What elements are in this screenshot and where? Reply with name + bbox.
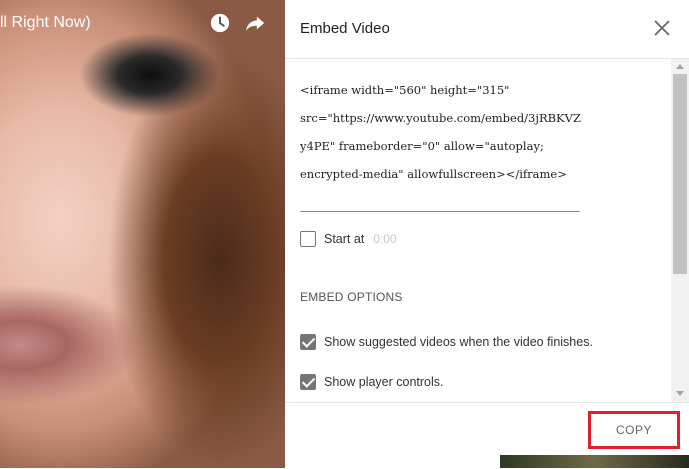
copy-button[interactable]: COPY [588, 411, 680, 449]
share-icon[interactable] [244, 12, 266, 34]
start-at-label: Start at [324, 232, 365, 246]
textarea-underline [300, 211, 580, 212]
player-controls-checkbox[interactable] [300, 374, 316, 390]
dialog-content: <iframe width="560" height="315" src="ht… [285, 59, 671, 402]
option-row-suggested-videos: Show suggested videos when the video fin… [300, 334, 593, 350]
dialog-header: Embed Video [285, 0, 689, 59]
start-at-checkbox[interactable] [300, 231, 316, 247]
embed-code-line: src="https://www.youtube.com/embed/3jRBK… [300, 111, 581, 125]
close-icon[interactable] [651, 17, 673, 39]
dialog-title: Embed Video [300, 20, 390, 37]
embed-video-dialog: Embed Video <iframe width="560" height="… [285, 0, 689, 468]
embed-code-line: y4PE" frameborder="0" allow="autoplay; [300, 139, 544, 153]
video-player[interactable]: ll Right Now) [0, 0, 285, 468]
start-at-row: Start at 0:00 [300, 231, 397, 247]
embed-options-heading: EMBED OPTIONS [300, 290, 403, 304]
suggested-videos-checkbox[interactable] [300, 334, 316, 350]
video-title: ll Right Now) [0, 14, 91, 31]
scroll-down-arrow-icon[interactable] [676, 391, 684, 396]
option-row-player-controls: Show player controls. [300, 374, 444, 390]
embed-code-textarea[interactable]: <iframe width="560" height="315" src="ht… [300, 76, 590, 188]
background-thumbnail-strip [500, 455, 689, 468]
scrollbar-thumb[interactable] [673, 74, 687, 274]
embed-code-line: encrypted-media" allowfullscreen></ifram… [300, 167, 567, 181]
clock-icon[interactable] [209, 12, 231, 34]
player-controls-label: Show player controls. [324, 375, 444, 389]
embed-code-line: <iframe width="560" height="315" [300, 83, 510, 97]
suggested-videos-label: Show suggested videos when the video fin… [324, 335, 593, 349]
dialog-scrollbar[interactable] [671, 59, 689, 402]
start-at-time-input[interactable]: 0:00 [373, 232, 396, 246]
scroll-up-arrow-icon[interactable] [676, 64, 684, 69]
